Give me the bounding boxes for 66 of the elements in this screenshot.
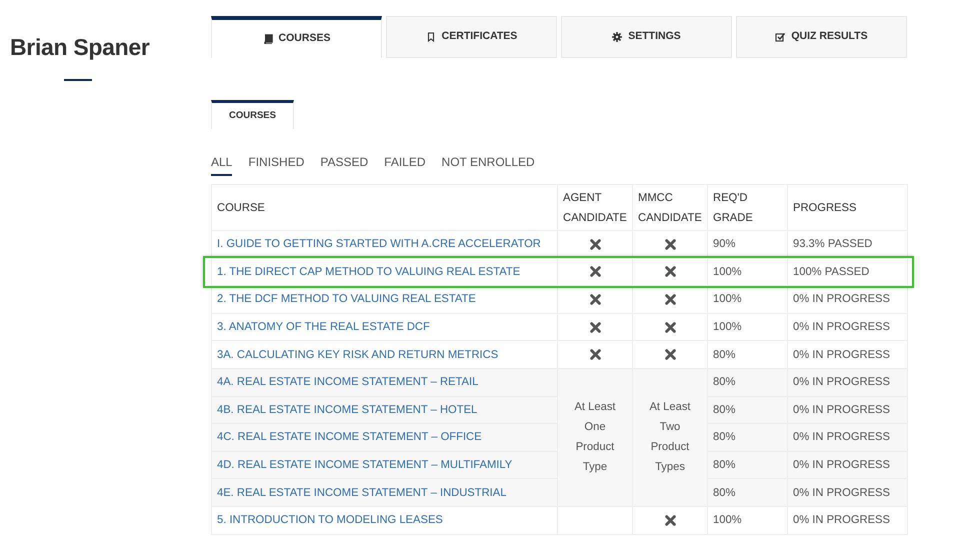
- table-cell: 0% IN PROGRESS: [788, 506, 908, 534]
- table-cell: 80%: [708, 368, 788, 396]
- tab[interactable]: QUIZ RESULTS: [736, 16, 907, 58]
- table-cell: 0% IN PROGRESS: [788, 340, 908, 368]
- table-cell: 0% IN PROGRESS: [788, 478, 908, 506]
- cross-icon: [664, 266, 676, 278]
- table-cell: 90%: [708, 230, 788, 258]
- course-link[interactable]: 5. INTRODUCTION TO MODELING LEASES: [217, 514, 443, 526]
- course-link[interactable]: 3. ANATOMY OF THE REAL ESTATE DCF: [217, 321, 430, 334]
- table-cell: 0% IN PROGRESS: [788, 313, 908, 341]
- table-cell: 80%: [708, 478, 788, 506]
- course-link[interactable]: 1. THE DIRECT CAP METHOD TO VALUING REAL ESTATE: [217, 266, 520, 278]
- table-cell: 0% IN PROGRESS: [788, 451, 908, 479]
- course-link[interactable]: 4B. REAL ESTATE INCOME STATEMENT – HOTEL: [217, 404, 478, 416]
- cross-icon: [664, 349, 676, 360]
- filter-tab[interactable]: ALL: [211, 153, 232, 176]
- tab[interactable]: CERTIFICATES: [386, 16, 557, 58]
- cross-icon: [590, 238, 600, 250]
- cross-icon: [590, 349, 600, 360]
- course-link[interactable]: 4A. REAL ESTATE INCOME STATEMENT – RETAIL: [217, 376, 478, 388]
- tab[interactable]: SETTINGS: [561, 16, 732, 58]
- table-cell: 80%: [708, 451, 788, 479]
- table-cell: 80%: [708, 424, 788, 452]
- table-cell-text: At Least One Product Type: [573, 400, 617, 476]
- table-cell: 100%: [708, 286, 788, 314]
- column-header: MMCC CANDIDATE: [632, 184, 708, 230]
- table-cell: 0% IN PROGRESS: [788, 286, 908, 314]
- column-header: PROGRESS: [788, 184, 908, 230]
- table-cell: 0% IN PROGRESS: [788, 368, 908, 396]
- table-cell: 100% PASSED: [788, 258, 908, 286]
- filter-tab[interactable]: NOT ENROLLED: [442, 153, 535, 176]
- course-link[interactable]: 2. THE DCF METHOD TO VALUING REAL ESTATE: [217, 293, 476, 306]
- cross-icon: [664, 322, 676, 333]
- table-cell: 93.3% PASSED: [788, 230, 908, 258]
- table-cell: 100%: [708, 506, 788, 534]
- table-cell: 100%: [708, 258, 788, 286]
- table-cell: 80%: [708, 340, 788, 368]
- tab[interactable]: COURSES: [211, 16, 382, 58]
- course-link[interactable]: 4C. REAL ESTATE INCOME STATEMENT – OFFICE: [217, 431, 482, 444]
- cross-icon: [590, 322, 600, 333]
- filter-tab[interactable]: PASSED: [320, 153, 368, 176]
- table-cell: 100%: [708, 313, 788, 341]
- table-cell: 80%: [708, 396, 788, 424]
- table-cell: 0% IN PROGRESS: [788, 396, 908, 424]
- course-link[interactable]: 4E. REAL ESTATE INCOME STATEMENT – INDUSTRIAL: [217, 486, 506, 499]
- table-cell-text: At Least Two Product Types: [648, 400, 692, 476]
- column-header: REQ'D GRADE: [708, 184, 788, 230]
- course-link[interactable]: 4D. REAL ESTATE INCOME STATEMENT – MULTIFAMILY: [217, 459, 512, 472]
- cross-icon: [664, 294, 676, 305]
- column-header: COURSE: [212, 184, 558, 230]
- cross-icon: [590, 266, 600, 278]
- cross-icon: [664, 238, 676, 250]
- cross-icon: [590, 294, 600, 305]
- filter-tab[interactable]: FAILED: [384, 153, 426, 176]
- sub-tab[interactable]: COURSES: [211, 100, 294, 129]
- cross-icon: [664, 514, 676, 526]
- profile-name: Brian Spaner: [10, 33, 151, 62]
- course-link[interactable]: I. GUIDE TO GETTING STARTED WITH A.CRE ACCELERATOR: [217, 238, 541, 250]
- gear-icon: [612, 32, 622, 42]
- course-link[interactable]: 3A. CALCULATING KEY RISK AND RETURN METRICS: [217, 348, 498, 361]
- book-icon: [262, 34, 273, 44]
- column-header: AGENT CANDIDATE: [558, 184, 632, 230]
- checkbox-icon: [775, 32, 786, 42]
- bookmark-icon: [426, 32, 436, 42]
- table-cell: 0% IN PROGRESS: [788, 424, 908, 452]
- filter-tab[interactable]: FINISHED: [248, 153, 304, 176]
